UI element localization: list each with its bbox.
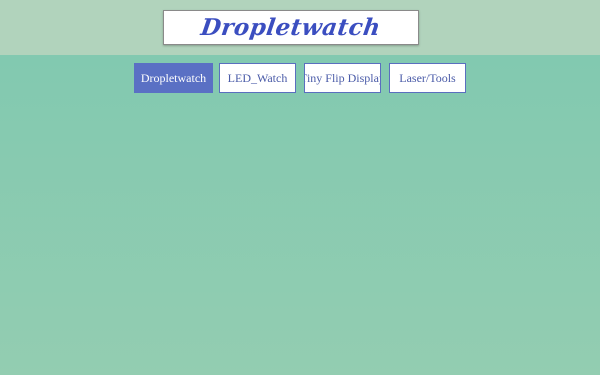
main-nav: Dropletwatch LED_Watch Tiny Flip Display… — [0, 63, 600, 93]
site-logo-text: Dropletwatch — [199, 14, 383, 41]
nav-tab-label: Dropletwatch — [140, 70, 207, 85]
site-logo[interactable]: Dropletwatch — [163, 10, 419, 45]
nav-tab-led-watch[interactable]: LED_Watch — [219, 63, 296, 93]
main-content — [0, 100, 600, 375]
nav-tab-label: Laser/Tools — [399, 70, 456, 85]
nav-tab-laser-tools[interactable]: Laser/Tools — [389, 63, 466, 93]
nav-tab-label: Tiny Flip Display — [304, 70, 381, 85]
nav-tab-label: LED_Watch — [227, 70, 288, 85]
nav-tab-tiny-flip-display[interactable]: Tiny Flip Display — [304, 63, 381, 93]
nav-tab-dropletwatch[interactable]: Dropletwatch — [134, 63, 213, 93]
